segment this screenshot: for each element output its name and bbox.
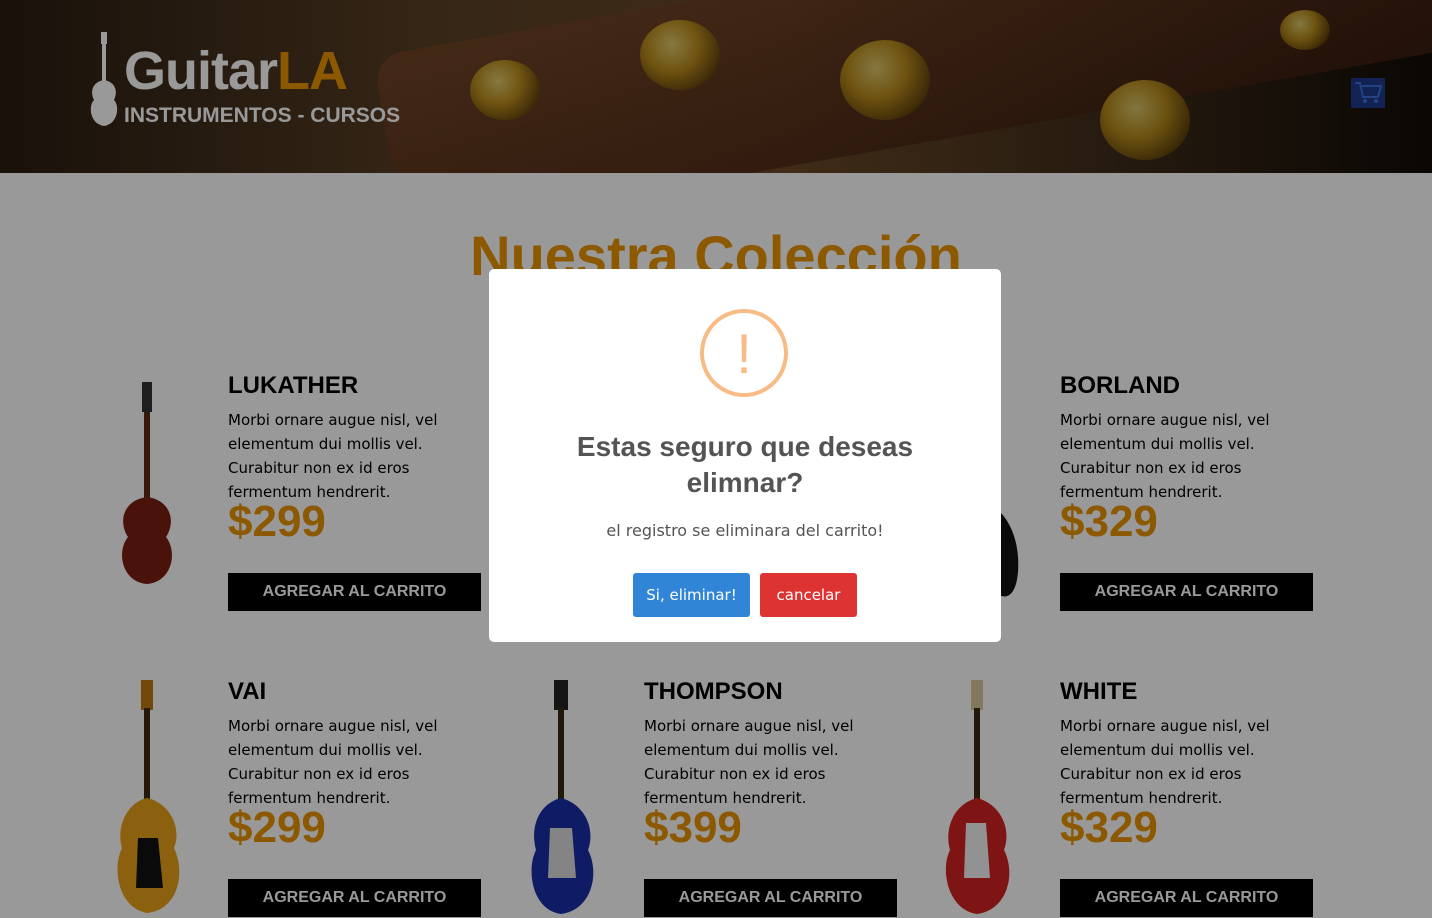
dialog-title: Estas seguro que deseas elimnar? <box>576 431 914 498</box>
cancel-button[interactable]: cancelar <box>760 573 857 617</box>
warning-icon: ! <box>700 309 788 397</box>
confirm-delete-button[interactable]: Si, eliminar! <box>633 573 750 617</box>
dialog-message: el registro se eliminara del carrito! <box>606 521 884 540</box>
confirm-dialog: ! Estas seguro que deseas elimnar? el re… <box>489 269 1001 642</box>
